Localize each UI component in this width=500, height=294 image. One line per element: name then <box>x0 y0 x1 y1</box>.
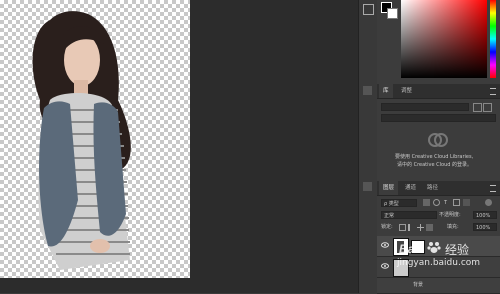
background-layer-label: 背景 <box>413 282 424 288</box>
lock-image-pixels-icon[interactable] <box>408 224 415 231</box>
grid-view-icon[interactable] <box>473 103 482 112</box>
document-canvas-area[interactable] <box>0 0 376 293</box>
baidu-paw-icon <box>427 242 441 253</box>
tab-adjustments[interactable]: 调整 <box>397 84 416 98</box>
dock-toggle-icon[interactable] <box>363 4 374 15</box>
watermark-brand: Bai <box>399 242 418 256</box>
fill-label: 填充: <box>447 224 459 230</box>
list-view-icon[interactable] <box>483 103 492 112</box>
baidu-jingyan-watermark: Bai 经验 jingyan.baidu.com <box>397 236 497 276</box>
filter-type-icon[interactable]: T <box>444 199 447 207</box>
lock-all-icon[interactable] <box>426 224 433 231</box>
cc-message-line1: 要使用 Creative Cloud Libraries, <box>395 154 474 160</box>
foreground-background-swatches[interactable] <box>381 2 398 19</box>
libraries-dock-icon[interactable] <box>363 86 372 95</box>
opacity-input[interactable]: 100% <box>473 211 497 219</box>
tab-channels[interactable]: 通道 <box>401 181 420 195</box>
libraries-panel-body: 要使用 Creative Cloud Libraries, 请中的 Creati… <box>377 99 500 179</box>
tab-libraries[interactable]: 库 <box>379 84 393 98</box>
libraries-panel-tabs: 库 调整 <box>377 84 500 99</box>
panel-menu-icon[interactable] <box>490 88 496 95</box>
collapsed-tool-strip <box>358 0 377 293</box>
cutout-photo-subject <box>32 11 131 271</box>
filter-pixel-icon[interactable] <box>423 199 430 206</box>
watermark-url: jingyan.baidu.com <box>397 258 481 268</box>
color-field[interactable] <box>401 0 487 78</box>
layers-panel-tabs: 图层 通道 路径 <box>377 181 500 196</box>
layer-filter-select[interactable]: ρ 类型 <box>381 199 417 207</box>
filter-smart-object-icon[interactable] <box>463 199 470 206</box>
library-search-input[interactable] <box>381 114 496 122</box>
filter-toggle-icon[interactable] <box>485 199 492 206</box>
cc-message-line2: 请中的 Creative Cloud 的登录。 <box>397 162 473 168</box>
creative-cloud-icon <box>428 133 448 147</box>
blend-mode-select[interactable]: 正常 <box>381 211 437 219</box>
lock-transparency-icon[interactable] <box>399 224 406 231</box>
eye-visibility-icon[interactable] <box>381 242 389 248</box>
background-color-swatch[interactable] <box>387 8 398 19</box>
layers-panel-menu-icon[interactable] <box>490 185 496 192</box>
fill-input[interactable]: 100% <box>473 223 497 231</box>
lock-position-icon[interactable] <box>417 224 424 231</box>
filter-adjustment-icon[interactable] <box>433 199 440 206</box>
right-panel-dock: 库 调整 要使用 Creative Cloud Libraries, 请中的 C… <box>377 0 500 294</box>
hue-slider[interactable] <box>490 0 496 78</box>
lock-label: 锁定: <box>381 224 393 230</box>
watermark-brand-cn: 经验 <box>445 243 470 257</box>
opacity-label: 不透明度: <box>439 212 461 218</box>
tab-layers[interactable]: 图层 <box>379 181 399 195</box>
eye-visibility-icon[interactable] <box>381 263 389 269</box>
color-panel <box>377 0 500 82</box>
layer-row[interactable]: 背景 <box>377 278 500 294</box>
filter-shape-icon[interactable] <box>453 199 460 206</box>
layers-dock-icon[interactable] <box>363 182 372 191</box>
library-select[interactable] <box>381 103 469 111</box>
tab-paths[interactable]: 路径 <box>423 181 442 195</box>
